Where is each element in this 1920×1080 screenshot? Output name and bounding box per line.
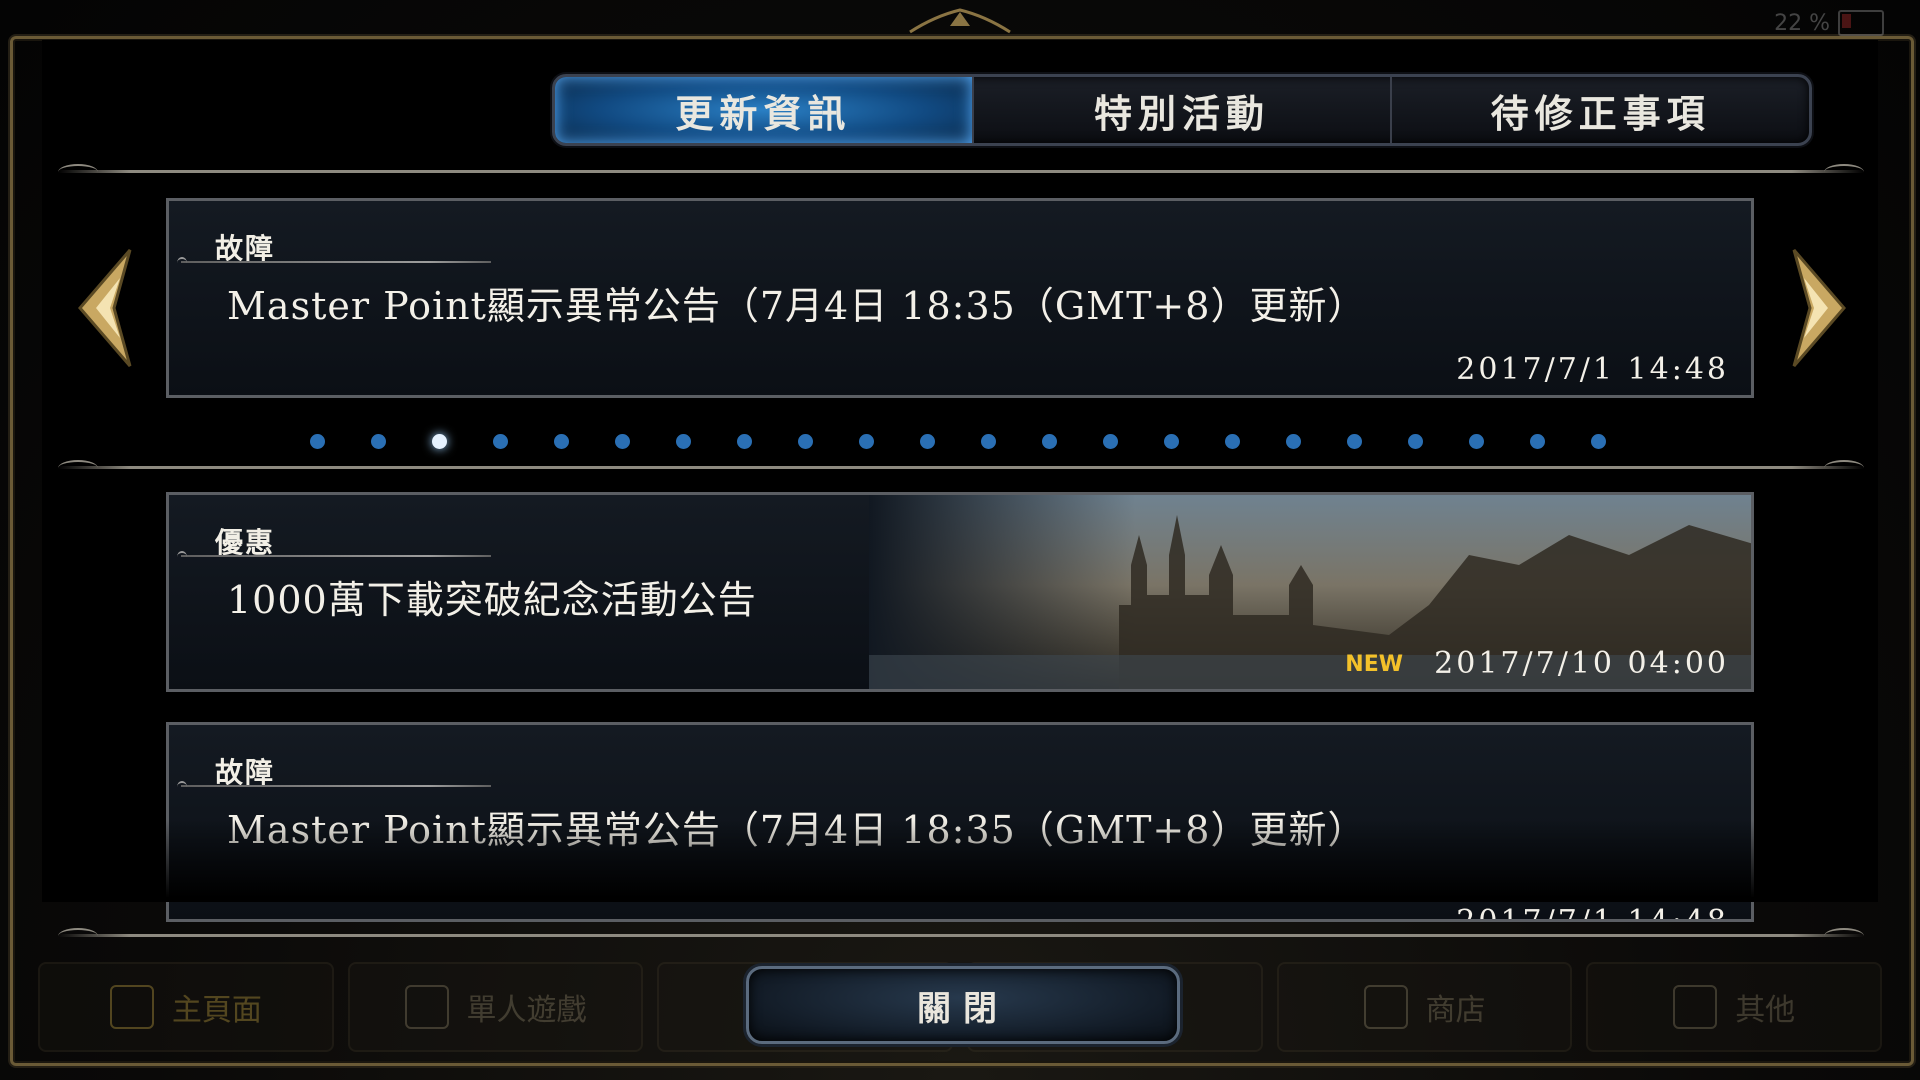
nav-shop[interactable]: 商店 (1276, 962, 1573, 1052)
pager-dot[interactable] (615, 434, 630, 449)
scroll-fade (42, 820, 1878, 902)
pager-dot[interactable] (1042, 434, 1057, 449)
news-tabs: 更新資訊 特別活動 待修正事項 (552, 74, 1812, 146)
carousel-card[interactable]: 故障 Master Point顯示異常公告（7月4日 18:35（GMT+8）更… (166, 198, 1754, 398)
pager-dot[interactable] (1103, 434, 1118, 449)
item-date: 2017/7/1 14:48 (1456, 904, 1729, 922)
item-title: 1000萬下載突破紀念活動公告 (227, 578, 757, 622)
pager-dot[interactable] (1164, 434, 1179, 449)
category-underline (177, 257, 491, 263)
tab-updates[interactable]: 更新資訊 (555, 77, 974, 143)
pager-dot[interactable] (1225, 434, 1240, 449)
pager-dot[interactable] (676, 434, 691, 449)
pager-dot[interactable] (920, 434, 935, 449)
divider-bottom (58, 928, 1864, 937)
pager-dot[interactable] (798, 434, 813, 449)
nav-single-player[interactable]: 單人遊戲 (347, 962, 644, 1052)
tab-special-events[interactable]: 特別活動 (974, 77, 1393, 143)
pager-dot[interactable] (1347, 434, 1362, 449)
new-badge: NEW (1345, 652, 1403, 677)
pager-dot[interactable] (1591, 434, 1606, 449)
battery-percent: 22 % (1774, 10, 1830, 36)
pager-dot[interactable] (1530, 434, 1545, 449)
pager-dot[interactable] (1469, 434, 1484, 449)
card-date: 2017/7/1 14:48 (1456, 352, 1729, 387)
divider-middle (58, 460, 1864, 469)
battery-icon (1838, 10, 1884, 36)
item-date: 2017/7/10 04:00 (1434, 646, 1729, 681)
tab-pending-fixes[interactable]: 待修正事項 (1392, 77, 1809, 143)
category-underline (177, 551, 491, 557)
carousel-prev-arrow[interactable] (74, 248, 134, 368)
pager-dot[interactable] (981, 434, 996, 449)
shop-icon (1363, 985, 1408, 1029)
pager-dot[interactable] (371, 434, 386, 449)
carousel-next-arrow[interactable] (1790, 248, 1850, 368)
crest-ornament (909, 8, 1011, 34)
card-title: Master Point顯示異常公告（7月4日 18:35（GMT+8）更新） (227, 284, 1367, 328)
category-underline (177, 781, 491, 787)
pager-dot[interactable] (493, 434, 508, 449)
nav-other[interactable]: 其他 (1586, 962, 1883, 1052)
pager-dot[interactable] (1408, 434, 1423, 449)
pager-dot[interactable] (737, 434, 752, 449)
menu-icon (1673, 985, 1718, 1029)
carousel-pager (310, 434, 1652, 449)
pager-dot[interactable] (859, 434, 874, 449)
pager-dot[interactable] (310, 434, 325, 449)
pager-dot[interactable] (1286, 434, 1301, 449)
battery-status: 22 % (1774, 10, 1884, 36)
sword-icon (404, 985, 449, 1029)
home-icon (109, 985, 154, 1029)
nav-home[interactable]: 主頁面 (38, 962, 334, 1052)
pager-dot[interactable] (554, 434, 569, 449)
pager-dot[interactable] (432, 434, 447, 449)
divider-top (58, 164, 1864, 173)
close-button[interactable]: 關閉 (746, 966, 1180, 1044)
list-item[interactable]: 優惠 1000萬下載突破紀念活動公告 NEW 2017/7/10 04:00 (166, 492, 1754, 692)
